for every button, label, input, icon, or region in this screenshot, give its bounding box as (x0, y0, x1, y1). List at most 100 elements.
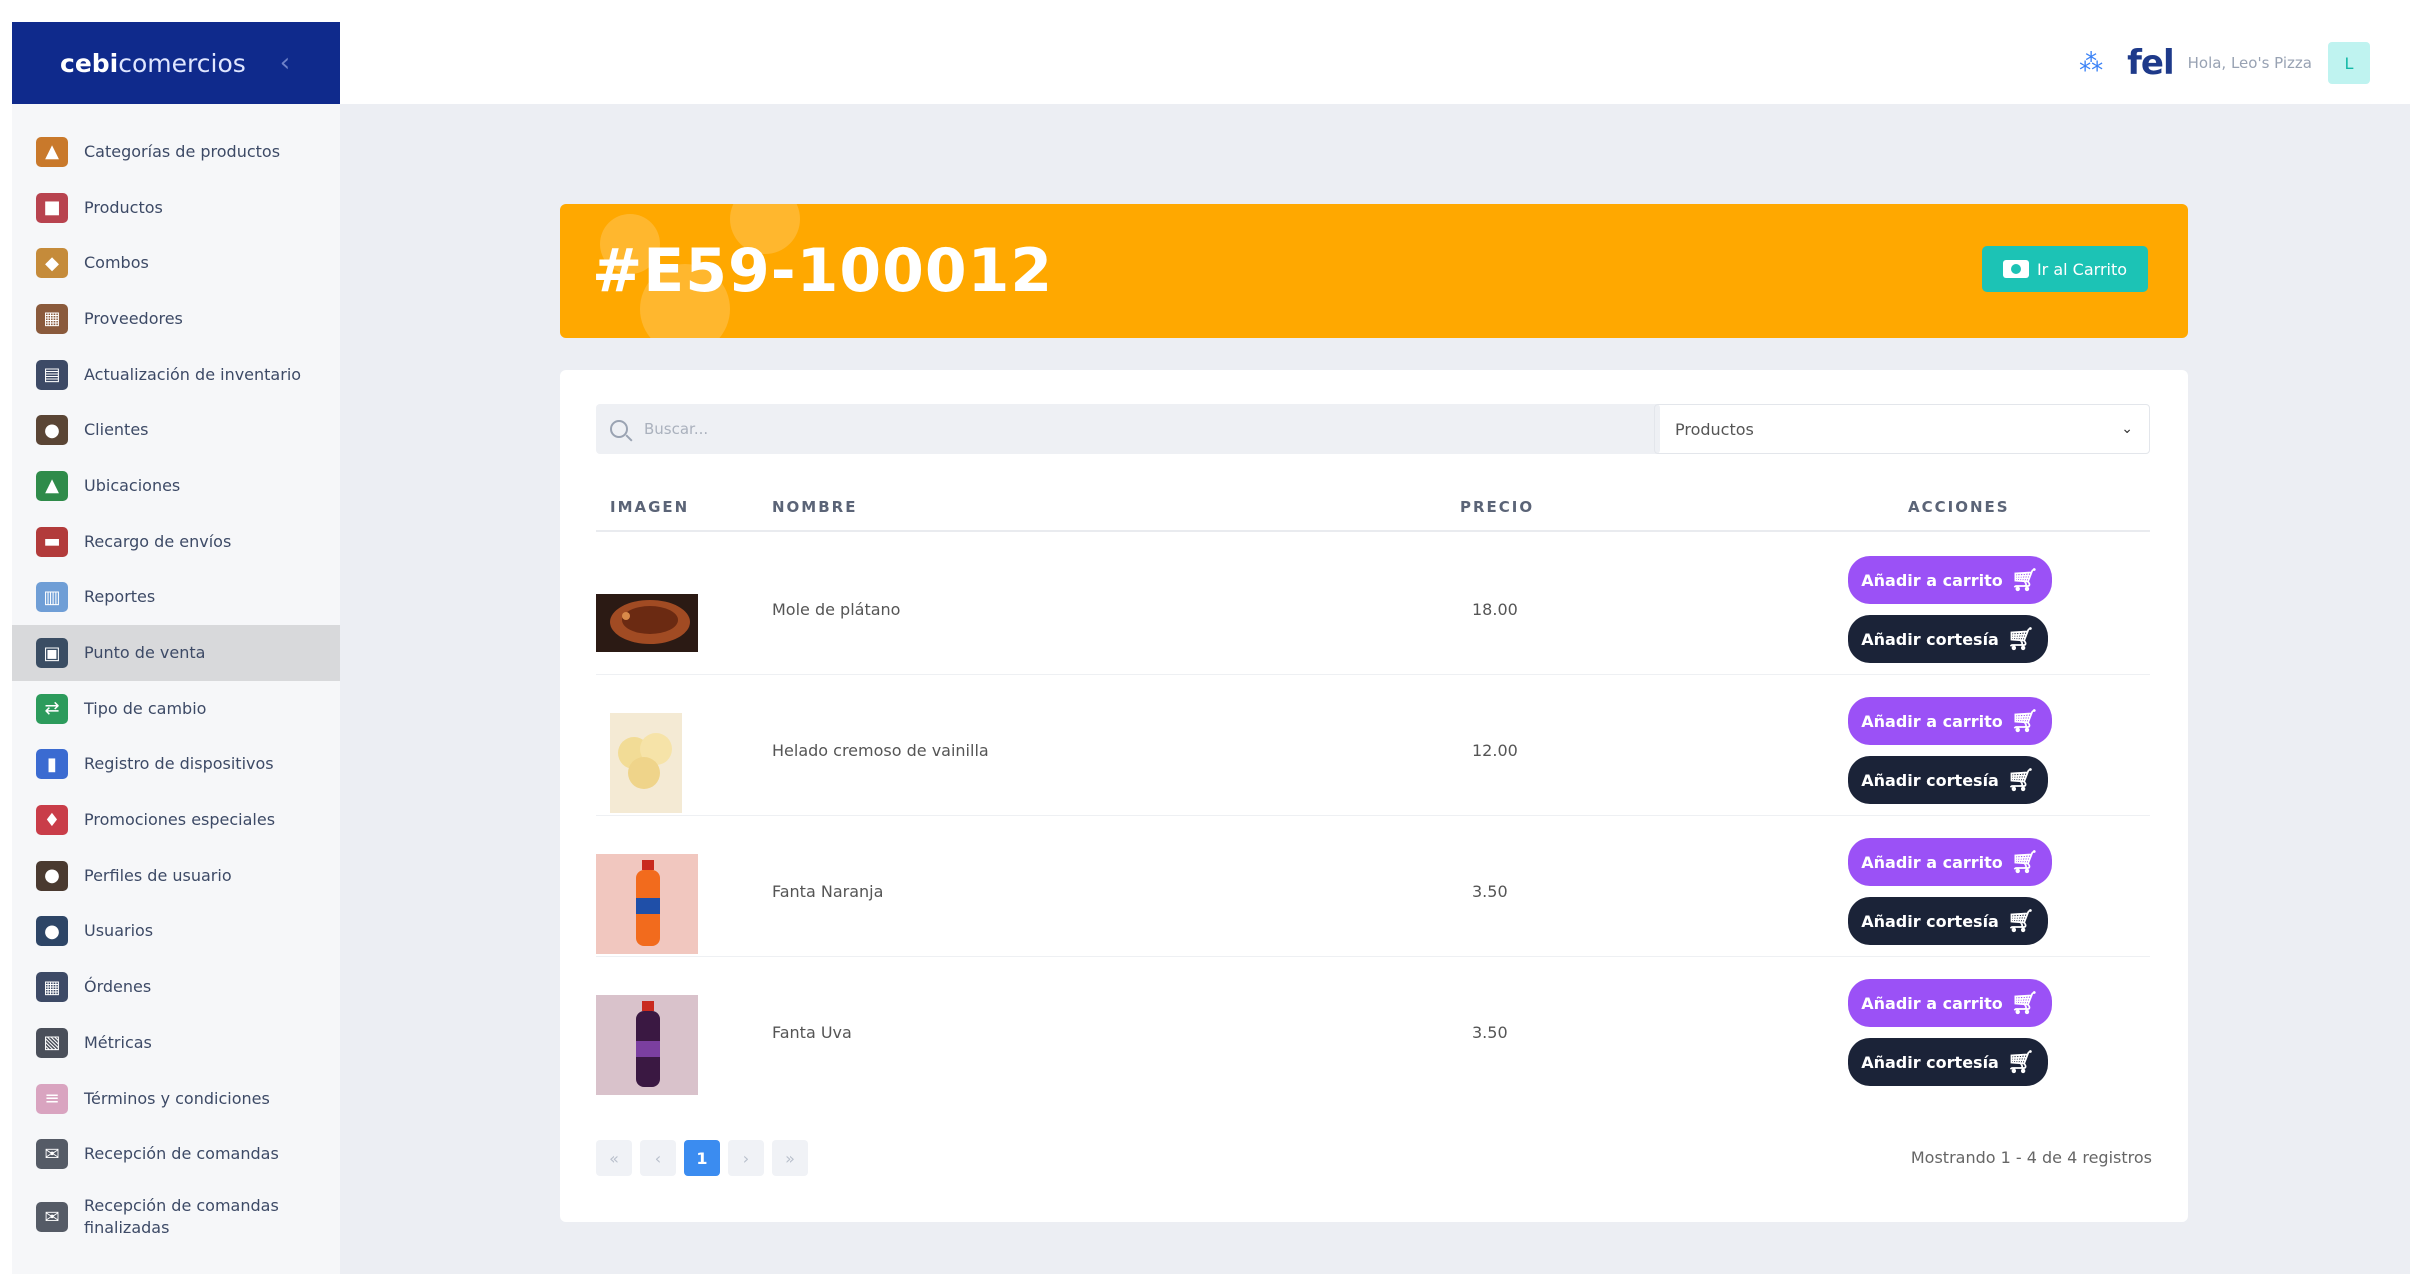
sidebar-item-label: Recargo de envíos (84, 531, 232, 551)
sidebar-item-metricas[interactable]: ▧ Métricas (12, 1015, 340, 1071)
first-page-button[interactable]: « (596, 1140, 632, 1176)
product-name: Mole de plátano (772, 600, 901, 619)
sidebar-item-ordenes[interactable]: ▦ Órdenes (12, 959, 340, 1015)
brand-prefix: c (60, 48, 75, 78)
pos-icon: ▣ (36, 638, 68, 669)
product-name: Helado cremoso de vainilla (772, 741, 989, 760)
fel-logo[interactable]: fel (2127, 43, 2175, 83)
add-courtesy-button[interactable]: Añadir cortesía 🛒︎ (1848, 897, 2048, 945)
terms-icon: ≡ (36, 1083, 68, 1114)
avatar[interactable]: L (2328, 42, 2370, 84)
promotions-icon: ♦ (36, 805, 68, 836)
sidebar-item-label: Recepción de comandas (84, 1144, 279, 1164)
categories-icon: ▲ (36, 136, 68, 167)
sidebar-item-label: Registro de dispositivos (84, 754, 274, 774)
brand-logo[interactable]: c ebi comercios ‹ (12, 22, 340, 104)
go-to-cart-label: Ir al Carrito (2036, 259, 2128, 279)
add-to-cart-button[interactable]: Añadir a carrito 🛒︎ (1848, 979, 2052, 1027)
sidebar-item-label: Órdenes (84, 977, 152, 997)
add-to-cart-button[interactable]: Añadir a carrito 🛒︎ (1848, 838, 2052, 886)
sidebar-item-recepcion-comandas[interactable]: ✉ Recepción de comandas (12, 1126, 340, 1182)
category-select[interactable]: Productos ⌄ (1654, 404, 2150, 454)
go-to-cart-button[interactable]: Ir al Carrito (1982, 246, 2148, 292)
loading-spinner-icon: ⁂ (2079, 49, 2104, 77)
sidebar-item-inventario[interactable]: ▤ Actualización de inventario (12, 347, 340, 403)
order-banner: #E59-100012 Ir al Carrito (560, 204, 2188, 338)
add-courtesy-button[interactable]: Añadir cortesía 🛒︎ (1848, 615, 2048, 663)
sidebar-item-tipo-de-cambio[interactable]: ⇄ Tipo de cambio (12, 681, 340, 737)
users-icon: ● (36, 916, 68, 947)
cart-icon: 🛒︎ (2010, 567, 2039, 593)
sidebar-item-recargo-envios[interactable]: ▬ Recargo de envíos (12, 514, 340, 570)
search-input[interactable] (644, 420, 1544, 438)
top-bar: ⁂ fel Hola, Leo's Pizza L (340, 22, 2410, 104)
product-image-helado (610, 713, 682, 813)
sidebar-item-usuarios[interactable]: ● Usuarios (12, 904, 340, 960)
user-profiles-icon: ● (36, 860, 68, 891)
collapse-sidebar-icon[interactable]: ‹ (280, 48, 290, 78)
devices-icon: ▮ (36, 749, 68, 780)
add-courtesy-button[interactable]: Añadir cortesía 🛒︎ (1848, 756, 2048, 804)
product-price: 3.50 (1472, 882, 1508, 901)
add-to-cart-button[interactable]: Añadir a carrito 🛒︎ (1848, 697, 2052, 745)
add-to-cart-button[interactable]: Añadir a carrito 🛒︎ (1848, 556, 2052, 604)
user-greeting: Hola, Leo's Pizza (2187, 54, 2312, 72)
sidebar-item-label: Reportes (84, 587, 156, 607)
product-price: 3.50 (1472, 1023, 1508, 1042)
cart-icon: 🛒︎ (2010, 849, 2039, 875)
sidebar-item-label: Términos y condiciones (84, 1088, 270, 1108)
sidebar-item-terminos[interactable]: ≡ Términos y condiciones (12, 1071, 340, 1127)
products-icon: ■ (36, 192, 68, 223)
page-1-button[interactable]: 1 (684, 1140, 720, 1176)
next-page-button[interactable]: › (728, 1140, 764, 1176)
sidebar-item-label: Actualización de inventario (84, 364, 302, 384)
suppliers-icon: ▦ (36, 303, 68, 334)
reports-icon: ▥ (36, 582, 68, 613)
table-header: IMAGEN NOMBRE PRECIO ACCIONES (596, 488, 2150, 532)
products-card: Productos ⌄ IMAGEN NOMBRE PRECIO ACCIONE… (560, 370, 2188, 1222)
order-code: #E59-100012 (592, 236, 1054, 306)
sidebar-item-label: Punto de venta (84, 643, 206, 663)
sidebar-item-proveedores[interactable]: ▦ Proveedores (12, 291, 340, 347)
sidebar-item-punto-de-venta[interactable]: ▣ Punto de venta (12, 625, 340, 681)
sidebar-item-perfiles-usuario[interactable]: ● Perfiles de usuario (12, 848, 340, 904)
product-price: 12.00 (1472, 741, 1518, 760)
sidebar-item-categorias[interactable]: ▲ Categorías de productos (12, 124, 340, 180)
sidebar-item-registro-dispositivos[interactable]: ▮ Registro de dispositivos (12, 737, 340, 793)
table-row: Fanta Uva 3.50 Añadir a carrito 🛒︎ Añadir… (596, 957, 2150, 1098)
add-to-cart-label: Añadir a carrito (1861, 852, 2003, 872)
product-image-mole (596, 594, 698, 652)
sidebar-item-clientes[interactable]: ● Clientes (12, 402, 340, 458)
sidebar-item-label: Proveedores (84, 308, 183, 328)
sidebar-menu: ▲ Categorías de productos ■ Productos ◆ Com… (12, 104, 340, 1252)
product-name: Fanta Uva (772, 1023, 852, 1042)
sidebar-item-label: Clientes (84, 420, 149, 440)
add-courtesy-button[interactable]: Añadir cortesía 🛒︎ (1848, 1038, 2048, 1086)
clients-icon: ● (36, 415, 68, 446)
sidebar-item-recepcion-comandas-finalizadas[interactable]: ✉ Recepción de comandas finalizadas (12, 1182, 340, 1252)
exchange-icon: ⇄ (36, 693, 68, 724)
last-page-button[interactable]: » (772, 1140, 808, 1176)
inventory-icon: ▤ (36, 359, 68, 390)
prev-page-button[interactable]: ‹ (640, 1140, 676, 1176)
pagination: « ‹ 1 › » (596, 1140, 808, 1176)
sidebar-item-label: Recepción de comandas finalizadas (84, 1196, 279, 1238)
sidebar-item-combos[interactable]: ◆ Combos (12, 235, 340, 291)
brand-part1: ebi (74, 48, 119, 78)
locations-icon: ▲ (36, 470, 68, 501)
sidebar-item-ubicaciones[interactable]: ▲ Ubicaciones (12, 458, 340, 514)
product-name: Fanta Naranja (772, 882, 884, 901)
cart-icon: 🛒︎ (2010, 990, 2039, 1016)
command-finished-icon: ✉ (36, 1202, 68, 1233)
add-courtesy-label: Añadir cortesía (1861, 1052, 1999, 1072)
sidebar-item-label: Combos (84, 253, 149, 273)
sidebar-item-promociones[interactable]: ♦ Promociones especiales (12, 792, 340, 848)
sidebar-item-productos[interactable]: ■ Productos (12, 180, 340, 236)
records-summary: Mostrando 1 - 4 de 4 registros (1910, 1148, 2152, 1167)
product-image-fanta-naranja (596, 854, 698, 954)
sidebar-item-label: Tipo de cambio (84, 698, 207, 718)
sidebar-item-reportes[interactable]: ▥ Reportes (12, 570, 340, 626)
shipping-icon: ▬ (36, 526, 68, 557)
product-image-fanta-uva (596, 995, 698, 1095)
cart-icon: 🛒︎ (2006, 908, 2035, 934)
